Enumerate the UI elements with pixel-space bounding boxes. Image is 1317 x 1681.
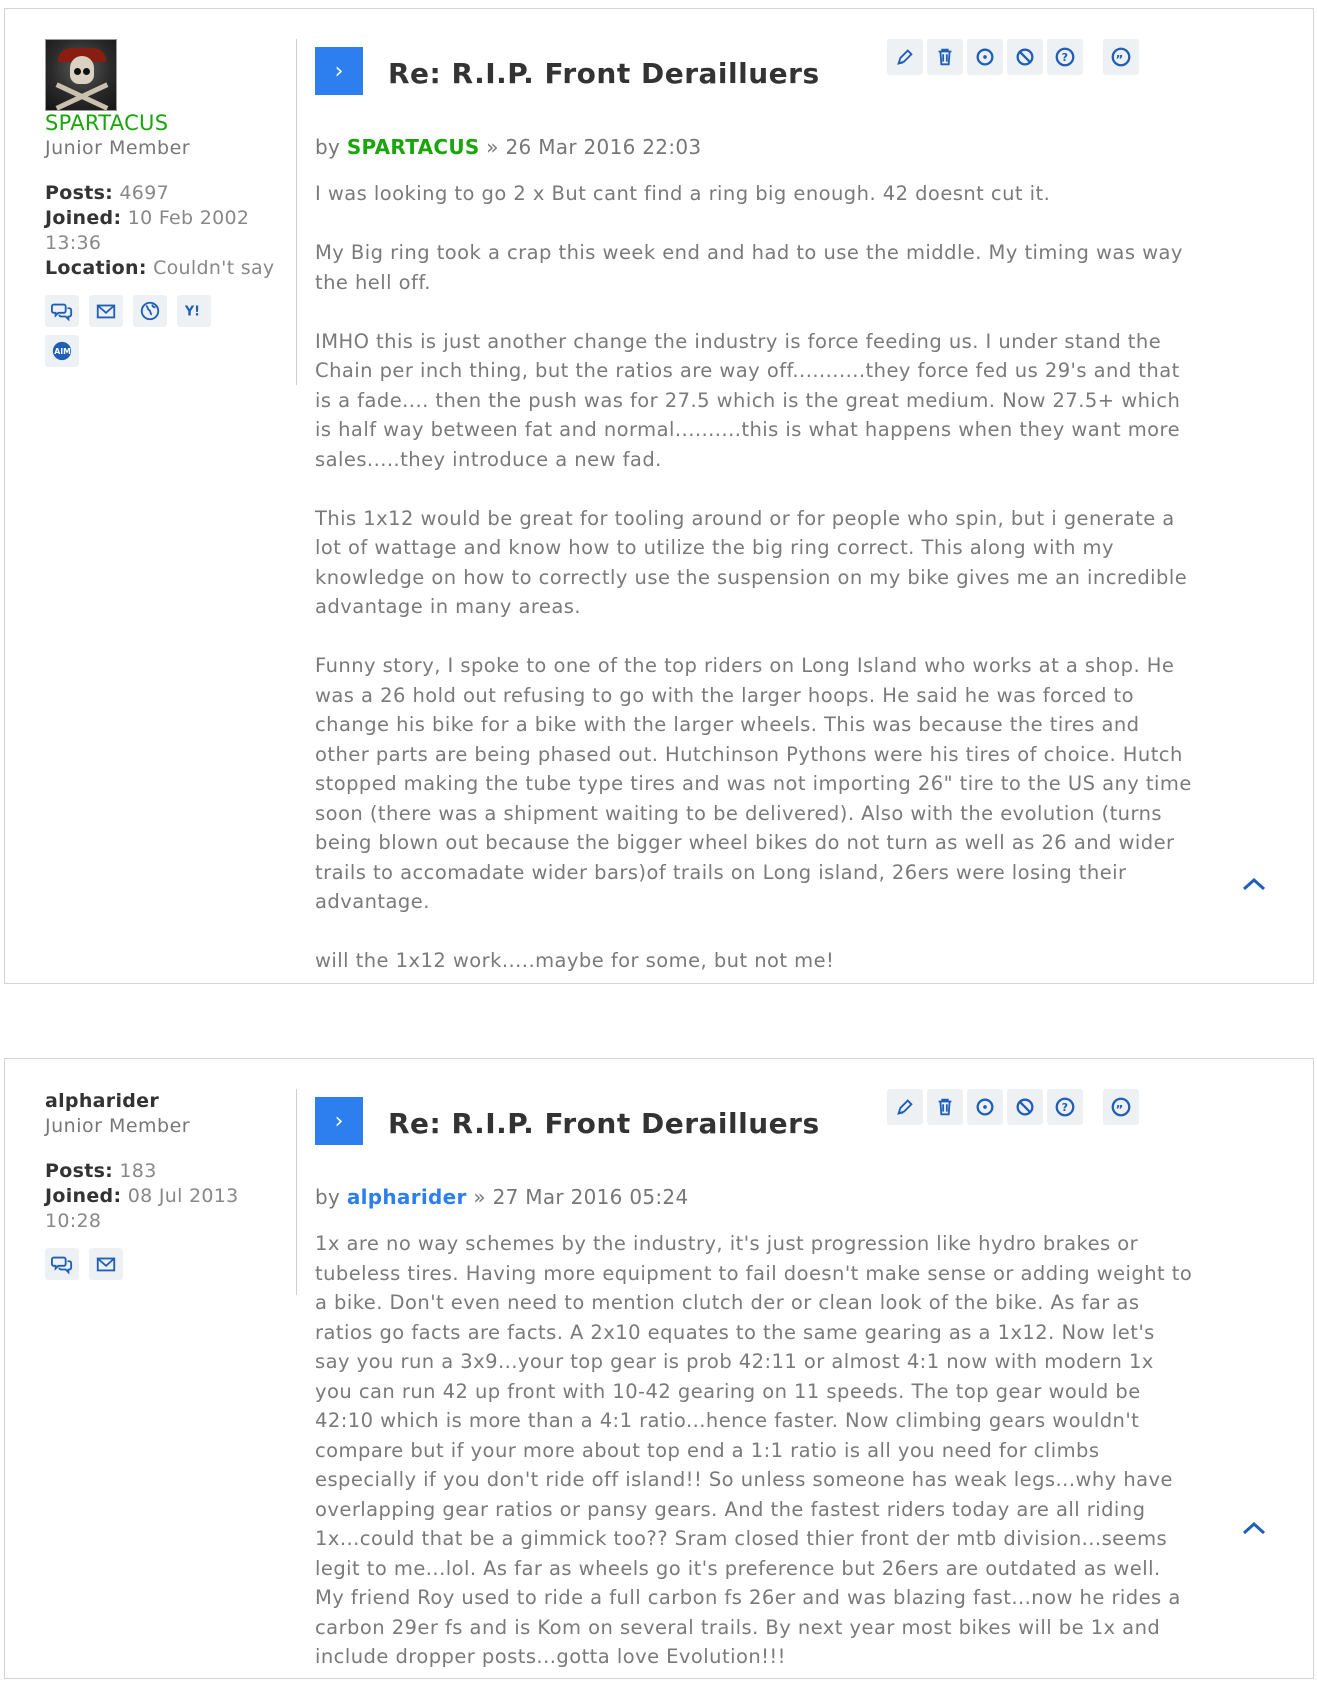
post: alpharider Junior Member Posts: 183 Join… bbox=[4, 1058, 1314, 1679]
svg-text:”: ” bbox=[1116, 52, 1124, 66]
post-actions: ? ” bbox=[887, 39, 1143, 75]
content-paragraph: will the 1x12 work.....maybe for some, b… bbox=[315, 949, 835, 972]
location-label: Location: bbox=[45, 257, 147, 279]
svg-text:?: ? bbox=[1062, 51, 1068, 64]
aim-icon[interactable]: AIM bbox=[45, 335, 79, 367]
joined-label: Joined: bbox=[45, 207, 122, 229]
chevron-up-icon bbox=[1242, 877, 1266, 891]
post-date: 27 Mar 2016 05:24 bbox=[492, 1185, 689, 1209]
post-title[interactable]: Re: R.I.P. Front Derailluers bbox=[388, 1107, 820, 1140]
post-title[interactable]: Re: R.I.P. Front Derailluers bbox=[388, 57, 820, 90]
post-profile: alpharider Junior Member Posts: 183 Join… bbox=[45, 1089, 297, 1295]
avatar[interactable] bbox=[45, 39, 117, 111]
post-link-button[interactable]: › bbox=[315, 47, 363, 95]
warn-icon[interactable] bbox=[1007, 39, 1043, 75]
posts-count[interactable]: 4697 bbox=[119, 182, 169, 204]
author-link[interactable]: SPARTACUS bbox=[347, 135, 480, 159]
post-byline: by SPARTACUS » 26 Mar 2016 22:03 bbox=[315, 135, 701, 159]
warn-icon[interactable] bbox=[1007, 1089, 1043, 1125]
post: SPARTACUS Junior Member Posts: 4697 Join… bbox=[4, 8, 1314, 984]
email-icon[interactable] bbox=[89, 1248, 123, 1280]
joined-label: Joined: bbox=[45, 1185, 122, 1207]
content-paragraph: I was looking to go 2 x But cant find a … bbox=[315, 182, 1051, 205]
user-rank: Junior Member bbox=[45, 137, 191, 159]
post-link-button[interactable]: › bbox=[315, 1097, 363, 1145]
content-paragraph: IMHO this is just another change the ind… bbox=[315, 329, 1181, 471]
delete-icon[interactable] bbox=[927, 1089, 963, 1125]
post-profile: SPARTACUS Junior Member Posts: 4697 Join… bbox=[45, 39, 297, 385]
quote-icon[interactable]: ” bbox=[1103, 1089, 1139, 1125]
svg-text:AIM: AIM bbox=[54, 347, 71, 356]
username-link[interactable]: alpharider bbox=[45, 1089, 284, 1114]
byline-separator: » bbox=[486, 135, 499, 159]
content-paragraph: My Big ring took a crap this week end an… bbox=[315, 241, 1183, 294]
user-stats: Posts: 4697 Joined: 10 Feb 2002 13:36 Lo… bbox=[45, 181, 284, 281]
byline-separator: » bbox=[473, 1185, 486, 1209]
posts-label: Posts: bbox=[45, 182, 114, 204]
post-byline: by alpharider » 27 Mar 2016 05:24 bbox=[315, 1185, 688, 1209]
quote-icon[interactable]: ” bbox=[1103, 39, 1139, 75]
content-paragraph: 1x are no way schemes by the industry, i… bbox=[315, 1232, 1193, 1668]
delete-icon[interactable] bbox=[927, 39, 963, 75]
post-date: 26 Mar 2016 22:03 bbox=[505, 135, 702, 159]
svg-text:”: ” bbox=[1116, 1102, 1124, 1116]
posts-count[interactable]: 183 bbox=[119, 1160, 156, 1182]
username-link[interactable]: SPARTACUS bbox=[45, 111, 284, 136]
email-icon[interactable] bbox=[89, 295, 123, 327]
back-to-top-button[interactable] bbox=[1239, 1515, 1269, 1539]
edit-icon[interactable] bbox=[887, 39, 923, 75]
contact-icons bbox=[45, 1248, 235, 1280]
post-actions: ? ” bbox=[887, 1089, 1143, 1125]
location-value: Couldn't say bbox=[153, 257, 275, 279]
info-icon[interactable]: ? bbox=[1047, 39, 1083, 75]
user-stats: Posts: 183 Joined: 08 Jul 2013 10:28 bbox=[45, 1159, 284, 1234]
content-paragraph: This 1x12 would be great for tooling aro… bbox=[315, 506, 1188, 619]
by-label: by bbox=[315, 135, 341, 159]
pm-icon[interactable] bbox=[45, 1248, 79, 1280]
svg-text:?: ? bbox=[1062, 1101, 1068, 1114]
user-rank: Junior Member bbox=[45, 1115, 191, 1137]
by-label: by bbox=[315, 1185, 341, 1209]
post-content: I was looking to go 2 x But cant find a … bbox=[315, 179, 1195, 976]
report-icon[interactable] bbox=[967, 39, 1003, 75]
website-icon[interactable] bbox=[133, 295, 167, 327]
yahoo-icon[interactable]: Y! bbox=[177, 295, 211, 327]
pm-icon[interactable] bbox=[45, 295, 79, 327]
content-paragraph: Funny story, I spoke to one of the top r… bbox=[315, 654, 1192, 913]
edit-icon[interactable] bbox=[887, 1089, 923, 1125]
back-to-top-button[interactable] bbox=[1239, 871, 1269, 895]
report-icon[interactable] bbox=[967, 1089, 1003, 1125]
chevron-up-icon bbox=[1242, 1521, 1266, 1535]
contact-icons: Y! AIM bbox=[45, 295, 235, 367]
author-link[interactable]: alpharider bbox=[347, 1185, 467, 1209]
post-content: 1x are no way schemes by the industry, i… bbox=[315, 1229, 1195, 1672]
posts-label: Posts: bbox=[45, 1160, 114, 1182]
svg-text:Y!: Y! bbox=[184, 305, 200, 320]
info-icon[interactable]: ? bbox=[1047, 1089, 1083, 1125]
